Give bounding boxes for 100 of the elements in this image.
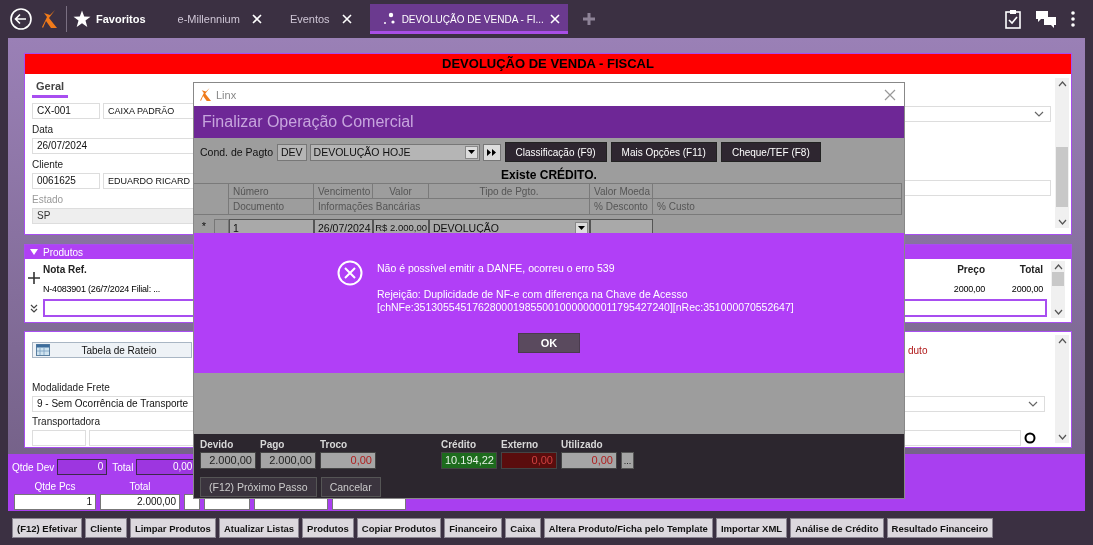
tab[interactable]: DEVOLUÇÃO DE VENDA - FI...	[369, 4, 568, 34]
action-button[interactable]: Resultado Financeiro	[886, 518, 994, 538]
action-button[interactable]: Cliente	[85, 518, 127, 538]
column-header: Nota Ref.	[43, 264, 87, 275]
action-button[interactable]: Atualizar Listas	[218, 518, 300, 538]
double-chevron-icon[interactable]	[30, 304, 38, 314]
input-field[interactable]: 0061625	[32, 173, 100, 189]
collapse-icon[interactable]	[30, 249, 38, 255]
scroll-down-icon[interactable]	[1057, 219, 1067, 225]
table-icon	[36, 344, 50, 356]
window-title: Linx	[216, 88, 237, 101]
chat-icon[interactable]	[1035, 10, 1057, 28]
column-header: Total	[1019, 264, 1044, 275]
add-tab-icon[interactable]	[581, 12, 596, 26]
search-icon[interactable]	[1024, 432, 1036, 444]
notice-text: Existe CRÉDITO.	[500, 168, 598, 183]
scrollbar[interactable]	[1051, 261, 1065, 318]
dialog-button[interactable]: Mais Opções (F11)	[610, 142, 717, 162]
dialog-title: Finalizar Operação Comercial	[202, 113, 414, 131]
column-header: Número	[229, 183, 314, 199]
dropdown-arrow-icon[interactable]	[578, 226, 585, 230]
dropdown-field[interactable]: DEVOLUÇÃO HOJE	[309, 143, 480, 161]
menu-icon[interactable]	[1071, 11, 1075, 27]
error-icon	[337, 260, 363, 286]
clipboard-icon[interactable]	[1005, 9, 1021, 29]
column-header: Tipo de Pgto.	[429, 183, 590, 199]
scroll-up-icon[interactable]	[1053, 264, 1063, 270]
tab[interactable]: Eventos	[277, 4, 360, 34]
value-field: 10.194,22	[441, 452, 497, 469]
scrollbar[interactable]	[1055, 335, 1069, 443]
input-field[interactable]: DEV	[277, 143, 307, 161]
action-button[interactable]: Produtos	[302, 518, 354, 538]
star-icon[interactable]	[73, 10, 91, 28]
field-label: Troco	[320, 439, 349, 452]
scroll-up-icon[interactable]	[1057, 338, 1067, 344]
input-field[interactable]: 2.000,00	[100, 494, 180, 510]
tab[interactable]: Geral	[32, 74, 69, 98]
input-field[interactable]: 0	[57, 459, 108, 475]
dialog-button[interactable]: Cancelar	[320, 477, 381, 497]
field-label: Utilizado	[561, 439, 604, 452]
error-detail: Rejeição: Duplicidade de NF-e com diferença na Chave de Acesso [chNFe:35130554517628000198550010000000011795427240][nRec:351000070552647]	[377, 288, 794, 314]
value-field: 0,00	[320, 452, 376, 469]
column-header: Documento	[229, 199, 314, 215]
field-label: Cond. de Pagto	[200, 146, 273, 158]
action-button[interactable]: Altera Produto/Ficha pelo Template	[543, 518, 713, 538]
back-icon[interactable]	[10, 8, 32, 30]
favorites-link[interactable]: Favoritos	[96, 13, 146, 25]
column-header: Valor	[373, 183, 429, 199]
form-header: DEVOLUÇÃO DE VENDA - FISCAL	[25, 54, 1071, 74]
table-cell: N-4083901 (26/7/2024 Filial: ...	[43, 283, 161, 294]
action-button[interactable]: Limpar Produtos	[129, 518, 216, 538]
chevron-down-icon[interactable]	[1028, 401, 1038, 407]
field-label: Qtde Dev	[12, 461, 55, 473]
field-label: Data	[32, 124, 55, 136]
column-header: % Custo	[653, 199, 902, 215]
dialog-button[interactable]: (F12) Próximo Passo	[200, 477, 317, 497]
scrollbar[interactable]	[1055, 78, 1069, 228]
action-button[interactable]: Análise de Crédito	[790, 518, 884, 538]
scroll-up-icon[interactable]	[1057, 81, 1067, 87]
error-message: Não é possível emitir a DANFE, ocorreu o erro 539	[377, 262, 616, 275]
value-field: 0,00	[561, 452, 617, 469]
rateio-button[interactable]: Tabela de Rateio	[32, 342, 192, 358]
input-field[interactable]: 1	[14, 494, 96, 510]
input-field[interactable]: CX-001	[32, 103, 100, 119]
more-button[interactable]: ...	[621, 452, 634, 469]
action-button[interactable]: Financeiro	[444, 518, 503, 538]
ok-button[interactable]: OK	[518, 333, 580, 353]
field-label: Pago	[260, 439, 286, 452]
field-label: Crédito	[441, 439, 477, 452]
tab[interactable]: e-Millennium	[165, 4, 270, 34]
field-label: Total	[129, 481, 151, 494]
scroll-down-icon[interactable]	[1053, 309, 1063, 315]
field-label: Devido	[200, 439, 235, 452]
table-cell-text: 2000,00	[1011, 283, 1044, 294]
value-field: 2.000,00	[200, 452, 256, 469]
dialog-button[interactable]: Cheque/TEF (F8)	[720, 142, 821, 162]
action-button[interactable]: (F12) Efetivar	[12, 518, 83, 538]
field-label: Modalidade Frete	[32, 382, 111, 394]
column-header: Vencimento	[314, 183, 373, 199]
field-label: Cliente	[32, 159, 65, 171]
action-button[interactable]: Caixa	[505, 518, 541, 538]
dots-icon	[381, 12, 396, 26]
dropdown-arrow-icon[interactable]	[467, 150, 475, 154]
value-field: 2.000,00	[260, 452, 316, 469]
column-header: Informações Bancárias	[314, 199, 590, 215]
row-header-cell	[194, 183, 229, 215]
logo-icon[interactable]	[42, 10, 58, 28]
dialog-button[interactable]: Classificação (F9)	[504, 142, 607, 162]
action-button[interactable]: Importar XML	[715, 518, 788, 538]
plus-icon[interactable]	[27, 271, 41, 285]
column-header: Valor Moeda	[590, 183, 653, 199]
scroll-down-icon[interactable]	[1057, 434, 1067, 440]
action-button[interactable]: Copiar Produtos	[356, 518, 442, 538]
row-marker: *	[200, 219, 208, 234]
note-text: duto	[907, 344, 929, 356]
table-cell-text: 2000,00	[953, 283, 986, 294]
chevron-down-icon[interactable]	[1034, 111, 1044, 117]
field-label: Externo	[501, 439, 540, 452]
field-label: Transportadora	[32, 416, 101, 428]
forward-button[interactable]	[482, 143, 501, 161]
